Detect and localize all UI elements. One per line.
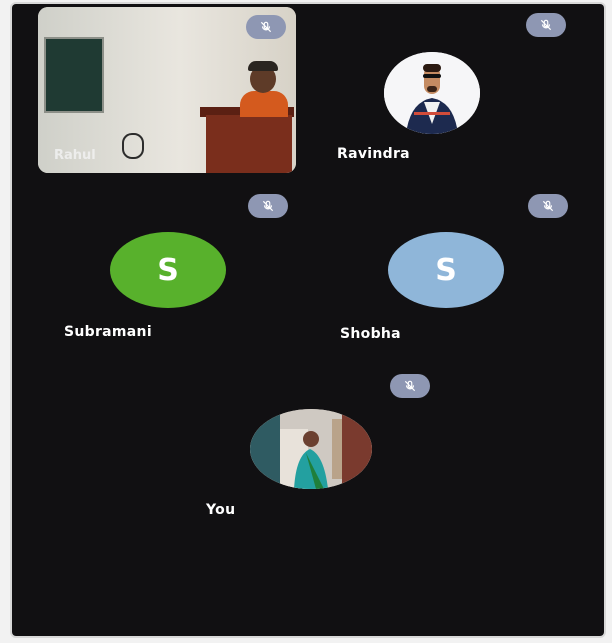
mic-off-icon[interactable]	[528, 194, 568, 218]
video-blackboard	[44, 37, 104, 113]
avatar-photo	[250, 409, 372, 489]
participant-name-subramani: Subramani	[64, 324, 152, 340]
mic-off-icon[interactable]	[248, 194, 288, 218]
video-person-body	[240, 91, 288, 117]
mic-off-icon[interactable]	[390, 374, 430, 398]
avatar-initial: S	[157, 252, 179, 288]
participant-name-ravindra: Ravindra	[337, 146, 410, 162]
avatar-initial: S	[435, 252, 457, 288]
video-podium	[206, 115, 292, 173]
participant-name-rahul: Rahul	[54, 148, 96, 163]
participant-avatar-subramani[interactable]: S	[110, 232, 226, 308]
avatar-photo	[384, 52, 480, 134]
mic-off-icon[interactable]	[246, 15, 286, 39]
video-cable	[122, 133, 144, 159]
participant-avatar-shobha[interactable]: S	[388, 232, 504, 308]
participant-avatar-ravindra[interactable]	[384, 52, 480, 134]
mic-off-icon[interactable]	[526, 13, 566, 37]
participant-name-shobha: Shobha	[340, 326, 401, 342]
participant-avatar-you[interactable]	[250, 409, 372, 489]
video-person-cap	[248, 61, 278, 71]
meeting-grid: Rahul Ravindra S Subramani S Shobha You	[12, 4, 604, 636]
participant-name-you: You	[206, 502, 236, 518]
